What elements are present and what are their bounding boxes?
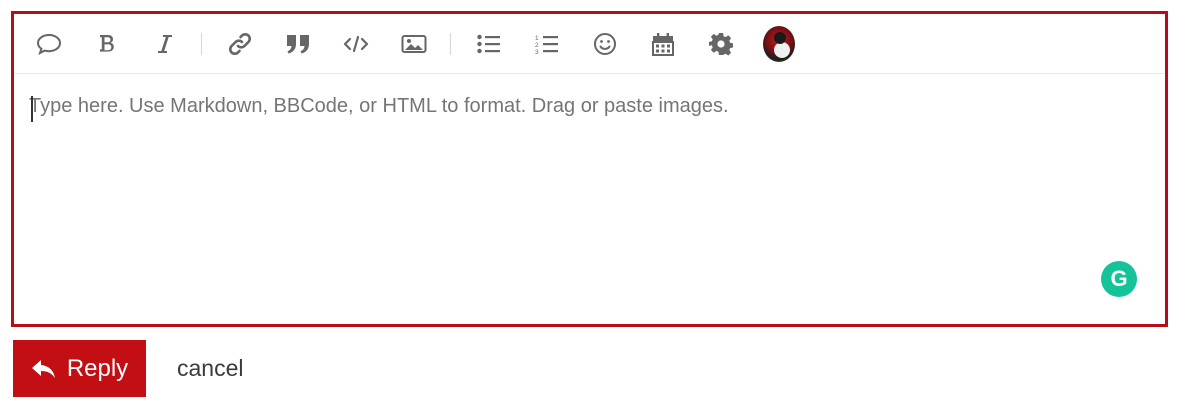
bold-button[interactable]	[91, 28, 123, 60]
insert-date-button[interactable]	[647, 28, 679, 60]
bullet-list-icon	[477, 34, 500, 53]
avatar	[763, 25, 795, 62]
numbered-list-icon: 123	[535, 35, 558, 55]
svg-text:2: 2	[535, 42, 539, 49]
composer-textarea[interactable]	[14, 75, 1165, 324]
composer-toolbar: 123	[14, 14, 1165, 74]
quote-button[interactable]	[282, 28, 314, 60]
svg-text:3: 3	[535, 49, 539, 55]
image-button[interactable]	[398, 28, 430, 60]
text-caret	[31, 96, 33, 122]
speech-bubble-icon	[36, 33, 62, 55]
link-button[interactable]	[224, 28, 256, 60]
reply-button[interactable]: Reply	[13, 340, 146, 397]
svg-text:1: 1	[535, 35, 539, 42]
bullet-list-button[interactable]	[473, 28, 505, 60]
options-button[interactable]	[705, 28, 737, 60]
quote-icon	[287, 34, 309, 53]
toolbar-separator	[201, 32, 202, 55]
reply-arrow-icon	[31, 359, 55, 378]
code-icon	[343, 35, 369, 52]
grammarly-label: G	[1110, 266, 1128, 291]
image-icon	[401, 34, 427, 53]
italic-icon	[158, 34, 172, 53]
smiley-icon	[594, 32, 616, 55]
composer-editor: 123 G	[11, 11, 1168, 327]
grammarly-icon[interactable]: G	[1101, 261, 1137, 297]
gear-icon	[709, 32, 733, 55]
blockquote-button[interactable]	[33, 28, 65, 60]
numbered-list-button[interactable]: 123	[531, 28, 563, 60]
emoji-button[interactable]	[589, 28, 621, 60]
link-icon	[228, 32, 252, 55]
cancel-link[interactable]: cancel	[177, 355, 243, 382]
user-avatar-button[interactable]	[763, 25, 795, 62]
calendar-icon	[652, 32, 674, 56]
italic-button[interactable]	[149, 28, 181, 60]
reply-label: Reply	[66, 354, 129, 382]
toolbar-separator	[450, 32, 451, 55]
bold-icon	[100, 34, 114, 52]
composer-actions: Reply cancel	[13, 340, 243, 397]
code-button[interactable]	[340, 28, 372, 60]
